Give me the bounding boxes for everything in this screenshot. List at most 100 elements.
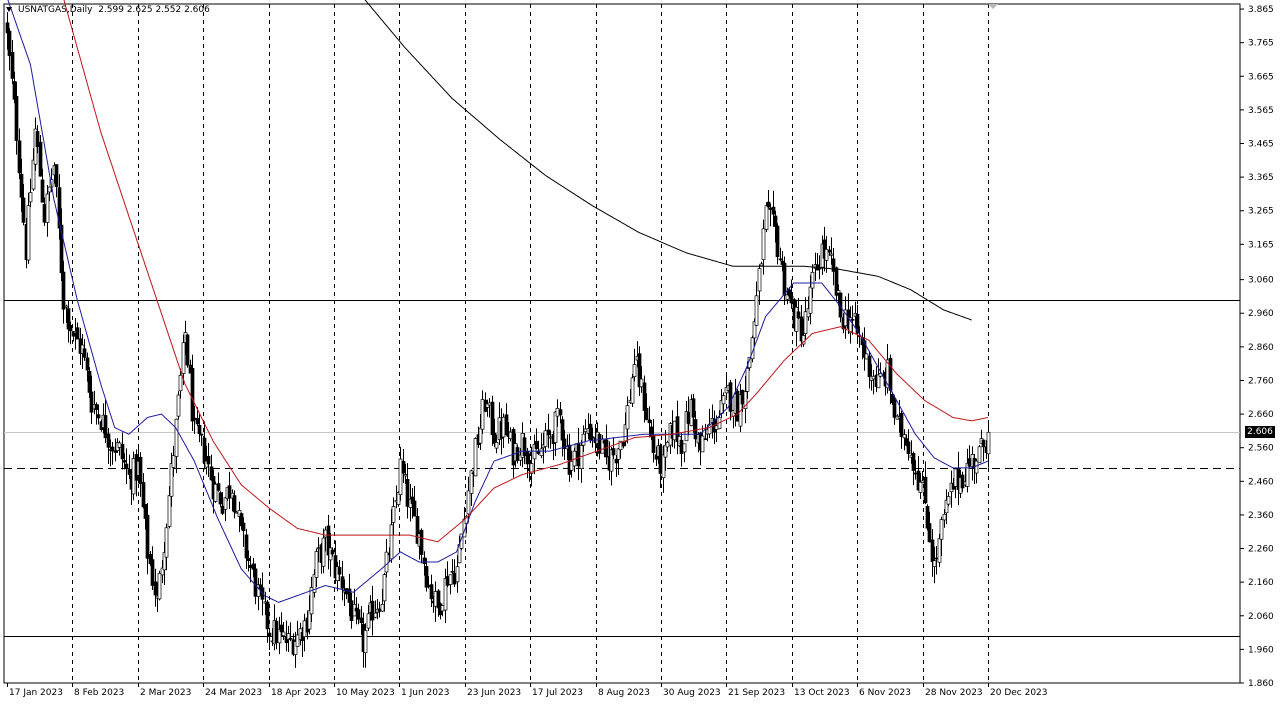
candle-body bbox=[679, 439, 684, 455]
candle-body bbox=[234, 511, 239, 514]
candle-body bbox=[721, 395, 726, 405]
candle-body bbox=[560, 419, 565, 441]
x-tick-label: 2 Mar 2023 bbox=[140, 688, 191, 698]
candle-body bbox=[927, 523, 932, 543]
candle-body bbox=[590, 436, 595, 439]
candle-body bbox=[581, 433, 586, 446]
candle-body bbox=[651, 434, 656, 454]
candle-body bbox=[359, 617, 364, 624]
candle-body bbox=[153, 581, 158, 596]
y-tick-label: 3.665 bbox=[1248, 72, 1274, 82]
current-price-label: 2.606 bbox=[1245, 426, 1275, 438]
y-tick-label: 2.660 bbox=[1248, 410, 1274, 420]
candle-body bbox=[824, 249, 829, 261]
price-chart[interactable]: 3.865 3.765 3.665 3.565 3.465 3.365 3.265 3.165… bbox=[0, 0, 1285, 705]
candle-body bbox=[796, 311, 801, 319]
candle-body bbox=[440, 605, 445, 612]
candle-body bbox=[267, 632, 272, 637]
candle-body bbox=[714, 425, 719, 430]
plot-area[interactable] bbox=[3, 3, 1241, 684]
x-tick-label: 8 Aug 2023 bbox=[598, 688, 650, 698]
candle-body bbox=[131, 458, 136, 495]
candle-body bbox=[206, 455, 211, 465]
candle-body bbox=[122, 460, 127, 463]
candle-body bbox=[106, 433, 111, 448]
candle-body bbox=[794, 306, 799, 332]
candle-body bbox=[953, 468, 958, 487]
candle-body bbox=[445, 576, 450, 586]
candle-body bbox=[181, 342, 186, 374]
candle-body bbox=[10, 52, 15, 79]
candle-body bbox=[40, 179, 45, 203]
candle-body bbox=[934, 557, 939, 560]
candle-body bbox=[658, 445, 663, 474]
candle-body bbox=[473, 438, 478, 477]
candle-body bbox=[942, 514, 947, 521]
y-tick-label: 2.560 bbox=[1248, 444, 1274, 454]
candle-body bbox=[94, 404, 99, 411]
candle-body bbox=[113, 450, 118, 453]
candle-body bbox=[558, 409, 563, 416]
candle-body bbox=[981, 439, 986, 448]
candle-body bbox=[96, 414, 101, 419]
candle-body bbox=[932, 560, 937, 568]
candle-body bbox=[787, 289, 792, 297]
candle-body bbox=[548, 436, 553, 439]
candle-body bbox=[965, 462, 970, 487]
candle-body bbox=[937, 538, 942, 563]
candle-body bbox=[543, 430, 548, 447]
candle-body bbox=[644, 407, 649, 420]
y-tick-label: 3.060 bbox=[1248, 276, 1274, 286]
candle-body bbox=[450, 570, 455, 573]
candle-body bbox=[176, 394, 181, 417]
candle-body bbox=[829, 253, 834, 256]
candle-body bbox=[138, 456, 143, 485]
x-tick-label: 1 Jun 2023 bbox=[401, 688, 449, 698]
candle-body bbox=[21, 197, 26, 223]
candle-body bbox=[614, 458, 619, 464]
candle-body bbox=[583, 428, 588, 432]
candle-body bbox=[380, 604, 385, 612]
candle-body bbox=[478, 427, 483, 444]
candle-body bbox=[642, 382, 647, 411]
candle-body bbox=[930, 539, 935, 563]
x-tick-label: 23 Jun 2023 bbox=[467, 688, 521, 698]
candle-body bbox=[124, 463, 129, 469]
candle-body bbox=[45, 193, 50, 223]
candle-body bbox=[782, 262, 787, 296]
candle-body bbox=[960, 474, 965, 489]
candle-body bbox=[768, 207, 773, 210]
candle-body bbox=[625, 405, 630, 430]
candle-body bbox=[546, 429, 551, 436]
x-tick-label: 13 Oct 2023 bbox=[794, 688, 850, 698]
candle-body bbox=[508, 431, 513, 440]
y-tick-label: 2.960 bbox=[1248, 309, 1274, 319]
candle-body bbox=[977, 446, 982, 464]
candle-body bbox=[864, 353, 869, 360]
x-tick-label: 17 Jul 2023 bbox=[532, 688, 583, 698]
candle-body bbox=[309, 587, 314, 615]
candle-body bbox=[68, 325, 73, 332]
candle-body bbox=[274, 620, 279, 644]
candle-body bbox=[522, 437, 527, 456]
x-tick-label: 24 Mar 2023 bbox=[205, 688, 262, 698]
candle-body bbox=[494, 442, 499, 449]
candle-body bbox=[314, 551, 319, 578]
candle-body bbox=[611, 448, 616, 456]
candle-body bbox=[808, 286, 813, 314]
candle-body bbox=[356, 609, 361, 620]
candle-body bbox=[169, 463, 174, 497]
candle-body bbox=[141, 482, 146, 508]
candle-body bbox=[218, 492, 223, 505]
candle-body bbox=[946, 496, 951, 505]
dropdown-triangle-icon[interactable] bbox=[6, 7, 12, 12]
candle-body bbox=[789, 295, 794, 304]
candle-body bbox=[38, 141, 43, 177]
candle-body bbox=[630, 377, 635, 404]
candle-body bbox=[164, 527, 169, 558]
candle-body bbox=[241, 522, 246, 532]
candle-body bbox=[279, 624, 284, 632]
candle-body bbox=[429, 584, 434, 600]
y-tick-label: 3.865 bbox=[1248, 5, 1274, 15]
y-tick-label: 2.860 bbox=[1248, 343, 1274, 353]
